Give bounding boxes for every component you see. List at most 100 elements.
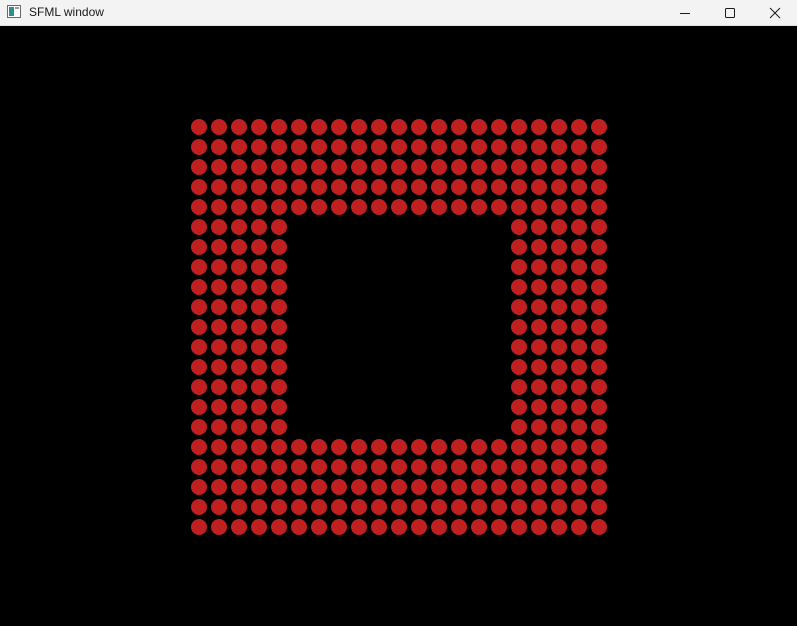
grid-dot (531, 359, 547, 375)
grid-dot (451, 499, 467, 515)
grid-dot (391, 459, 407, 475)
grid-dot (551, 239, 567, 255)
grid-dot (231, 279, 247, 295)
grid-dot (191, 439, 207, 455)
grid-dot (511, 419, 527, 435)
grid-dot (591, 219, 607, 235)
title-bar[interactable]: SFML window (0, 0, 797, 26)
grid-dot (471, 139, 487, 155)
grid-dot (271, 179, 287, 195)
grid-dot (551, 479, 567, 495)
grid-dot (531, 259, 547, 275)
grid-dot (531, 459, 547, 475)
grid-dot (411, 199, 427, 215)
grid-dot (291, 179, 307, 195)
grid-dot (231, 159, 247, 175)
grid-dot (251, 219, 267, 235)
grid-dot (411, 519, 427, 535)
minimize-button[interactable] (662, 0, 708, 26)
window-title: SFML window (29, 5, 104, 19)
grid-dot (211, 159, 227, 175)
grid-dot (471, 159, 487, 175)
grid-dot (211, 179, 227, 195)
grid-dot (191, 479, 207, 495)
grid-dot (231, 499, 247, 515)
grid-dot (191, 359, 207, 375)
grid-dot (491, 139, 507, 155)
grid-dot (291, 439, 307, 455)
grid-dot (371, 179, 387, 195)
grid-dot (251, 339, 267, 355)
grid-dot (191, 119, 207, 135)
grid-dot (271, 219, 287, 235)
grid-dot (551, 219, 567, 235)
grid-dot (251, 319, 267, 335)
grid-dot (271, 139, 287, 155)
grid-dot (591, 519, 607, 535)
grid-dot (571, 479, 587, 495)
grid-dot (571, 399, 587, 415)
grid-dot (511, 359, 527, 375)
grid-dot (331, 519, 347, 535)
grid-dot (211, 359, 227, 375)
grid-dot (231, 179, 247, 195)
grid-dot (271, 519, 287, 535)
render-canvas[interactable] (0, 27, 797, 626)
app-icon (7, 5, 21, 18)
grid-dot (231, 259, 247, 275)
grid-dot (511, 199, 527, 215)
grid-dot (551, 319, 567, 335)
grid-dot (371, 499, 387, 515)
grid-dot (411, 179, 427, 195)
grid-dot (431, 439, 447, 455)
maximize-icon (725, 8, 735, 18)
grid-dot (571, 359, 587, 375)
grid-dot (211, 279, 227, 295)
grid-dot (191, 319, 207, 335)
grid-dot (331, 439, 347, 455)
grid-dot (291, 139, 307, 155)
grid-dot (191, 279, 207, 295)
grid-dot (571, 219, 587, 235)
grid-dot (471, 119, 487, 135)
grid-dot (491, 119, 507, 135)
grid-dot (571, 259, 587, 275)
grid-dot (451, 159, 467, 175)
grid-dot (511, 439, 527, 455)
grid-dot (531, 379, 547, 395)
grid-dot (351, 139, 367, 155)
grid-dot (211, 119, 227, 135)
grid-dot (291, 159, 307, 175)
grid-dot (511, 119, 527, 135)
grid-dot (531, 519, 547, 535)
grid-dot (371, 459, 387, 475)
grid-dot (211, 419, 227, 435)
grid-dot (211, 299, 227, 315)
grid-dot (551, 159, 567, 175)
grid-dot (271, 399, 287, 415)
grid-dot (251, 499, 267, 515)
grid-dot (291, 459, 307, 475)
dot-grid (191, 119, 607, 535)
grid-dot (571, 439, 587, 455)
grid-dot (391, 199, 407, 215)
grid-dot (351, 459, 367, 475)
grid-dot (571, 459, 587, 475)
grid-dot (571, 199, 587, 215)
grid-dot (231, 299, 247, 315)
grid-dot (491, 499, 507, 515)
grid-dot (511, 339, 527, 355)
grid-dot (551, 459, 567, 475)
grid-dot (571, 239, 587, 255)
grid-dot (571, 379, 587, 395)
grid-dot (391, 179, 407, 195)
grid-dot (451, 139, 467, 155)
grid-dot (571, 419, 587, 435)
grid-dot (271, 119, 287, 135)
maximize-button[interactable] (707, 0, 753, 26)
grid-dot (191, 459, 207, 475)
close-button[interactable] (752, 0, 797, 26)
grid-dot (531, 499, 547, 515)
grid-dot (551, 439, 567, 455)
grid-dot (451, 479, 467, 495)
